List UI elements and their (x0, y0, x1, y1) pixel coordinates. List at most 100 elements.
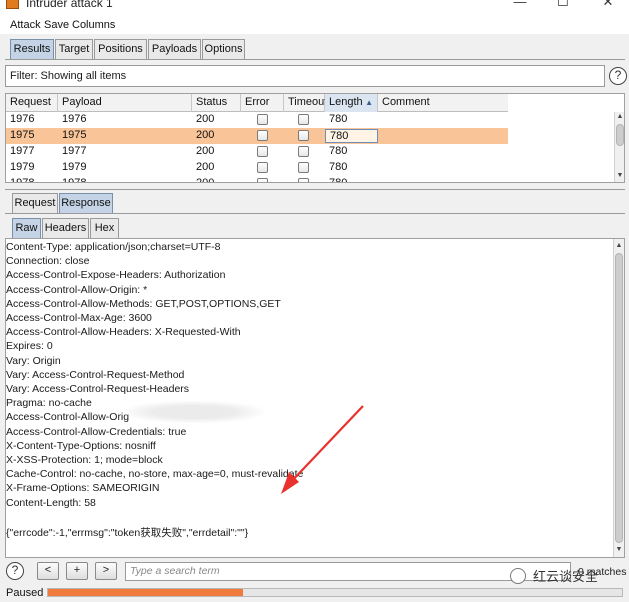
progress-fill (48, 589, 243, 596)
minimize-icon[interactable]: — (510, 0, 530, 11)
response-line: Access-Control-Allow-Credentials: true (6, 425, 187, 438)
column-header-status[interactable]: Status (192, 94, 241, 112)
tab-response[interactable]: Response (59, 193, 113, 213)
table-row[interactable]: 1976 1976 200 780 (6, 112, 508, 128)
cell-request: 1975 (10, 129, 35, 141)
timeout-checkbox[interactable] (298, 162, 309, 173)
wechat-logo-icon (510, 568, 526, 584)
scroll-up-icon[interactable]: ▲ (615, 112, 624, 122)
scroll-thumb[interactable] (616, 124, 624, 146)
cell-length[interactable]: 780 (325, 129, 378, 143)
scroll-down-icon[interactable]: ▼ (614, 545, 624, 555)
timeout-checkbox[interactable] (298, 178, 309, 182)
cell-request: 1976 (10, 113, 35, 125)
response-line: {"errcode":-1,"errmsg":"token获取失败","errd… (6, 527, 249, 539)
response-line: Vary: Access-Control-Request-Method (6, 368, 185, 381)
tab-target[interactable]: Target (55, 39, 93, 59)
column-header-error[interactable]: Error (241, 94, 284, 112)
detail-tab-divider (5, 213, 625, 214)
cell-payload: 1975 (62, 129, 87, 141)
add-search-button[interactable]: + (66, 562, 88, 580)
cell-status: 200 (196, 113, 215, 125)
attack-status: Paused (6, 587, 44, 599)
response-line: Connection: close (6, 255, 90, 268)
column-header-length-label: Length (329, 96, 363, 108)
table-row-selected[interactable]: 1975 1975 200 780 (6, 128, 508, 144)
table-row[interactable]: 1977 1977 200 780 (6, 144, 508, 160)
tab-positions[interactable]: Positions (94, 39, 147, 59)
maximize-icon[interactable]: ☐ (553, 0, 573, 11)
menu-save[interactable]: Save (44, 19, 69, 31)
tab-payloads[interactable]: Payloads (148, 39, 201, 59)
detail-tab-strip: Request Response (0, 193, 629, 213)
table-row[interactable]: 1979 1979 200 780 (6, 160, 508, 176)
view-tab-strip: Raw Headers Hex (0, 218, 629, 238)
error-checkbox[interactable] (257, 146, 268, 157)
tab-options[interactable]: Options (202, 39, 245, 59)
previous-match-button[interactable]: < (37, 562, 59, 580)
timeout-checkbox[interactable] (298, 146, 309, 157)
cell-length: 780 (329, 161, 348, 173)
main-tab-strip: Results Target Positions Payloads Option… (0, 39, 629, 59)
cell-status: 200 (196, 129, 215, 141)
error-checkbox[interactable] (257, 130, 268, 141)
column-header-comment[interactable]: Comment (378, 94, 508, 112)
response-line: Access-Control-Allow-Methods: GET,POST,O… (6, 297, 281, 310)
response-line: Access-Control-Allow-Origin: * (6, 283, 148, 296)
scroll-thumb[interactable] (615, 253, 623, 543)
tab-raw[interactable]: Raw (12, 218, 41, 238)
response-line: Access-Control-Allow-Orig (6, 411, 130, 424)
error-checkbox[interactable] (257, 114, 268, 125)
tab-headers[interactable]: Headers (42, 218, 89, 238)
attack-progress-bar (47, 588, 623, 597)
cell-status: 200 (196, 161, 215, 173)
menu-bar: Attack Save Columns (0, 16, 629, 34)
cell-request: 1977 (10, 145, 35, 157)
splitter-divider[interactable] (5, 189, 625, 190)
table-row[interactable]: 1978 1978 200 780 (6, 176, 508, 183)
close-icon[interactable]: ✕ (598, 0, 618, 11)
response-line: Content-Length: 58 (6, 496, 96, 509)
results-table: Request Payload Status Error Timeout Len… (5, 93, 625, 183)
menu-columns[interactable]: Columns (72, 19, 115, 31)
next-match-button[interactable]: > (95, 562, 117, 580)
cell-payload: 1976 (62, 113, 87, 125)
search-input[interactable]: Type a search term (125, 562, 571, 581)
response-scrollbar[interactable]: ▲ ▼ (613, 239, 624, 557)
filter-bar[interactable]: Filter: Showing all items (5, 65, 605, 87)
search-help-icon[interactable]: ? (6, 562, 24, 580)
cell-payload: 1979 (62, 161, 87, 173)
table-scrollbar[interactable]: ▲ ▼ (614, 112, 624, 182)
filter-help-icon[interactable]: ? (609, 67, 627, 85)
cell-payload: 1978 (62, 177, 87, 183)
error-checkbox[interactable] (257, 178, 268, 182)
menu-attack[interactable]: Attack (10, 19, 41, 31)
response-line: Expires: 0 (6, 340, 53, 353)
burp-app-icon (6, 0, 19, 9)
column-header-payload[interactable]: Payload (58, 94, 192, 112)
tab-divider (5, 59, 625, 60)
tab-request[interactable]: Request (12, 193, 58, 213)
tab-results[interactable]: Results (10, 39, 54, 59)
column-header-length[interactable]: Length ▲ (325, 94, 378, 112)
timeout-checkbox[interactable] (298, 130, 309, 141)
response-line: Vary: Access-Control-Request-Headers (6, 383, 190, 395)
column-header-request[interactable]: Request (6, 94, 58, 112)
cell-request: 1978 (10, 177, 35, 183)
response-viewer[interactable]: Content-Type: application/json;charset=U… (5, 238, 625, 558)
error-checkbox[interactable] (257, 162, 268, 173)
cell-length: 780 (329, 145, 348, 157)
sort-ascending-icon: ▲ (365, 98, 373, 107)
response-line: Pragma: no-cache (6, 397, 92, 410)
cell-request: 1979 (10, 161, 35, 173)
cell-status: 200 (196, 177, 215, 183)
response-line: X-Content-Type-Options: nosniff (6, 439, 156, 452)
tab-hex[interactable]: Hex (90, 218, 119, 238)
window-title: Intruder attack 1 (26, 0, 113, 10)
response-line: X-XSS-Protection: 1; mode=block (6, 454, 163, 466)
response-line: Access-Control-Allow-Headers: X-Requeste… (6, 326, 241, 339)
timeout-checkbox[interactable] (298, 114, 309, 125)
scroll-down-icon[interactable]: ▼ (615, 171, 624, 181)
scroll-up-icon[interactable]: ▲ (614, 241, 624, 251)
column-header-timeout[interactable]: Timeout (284, 94, 327, 112)
